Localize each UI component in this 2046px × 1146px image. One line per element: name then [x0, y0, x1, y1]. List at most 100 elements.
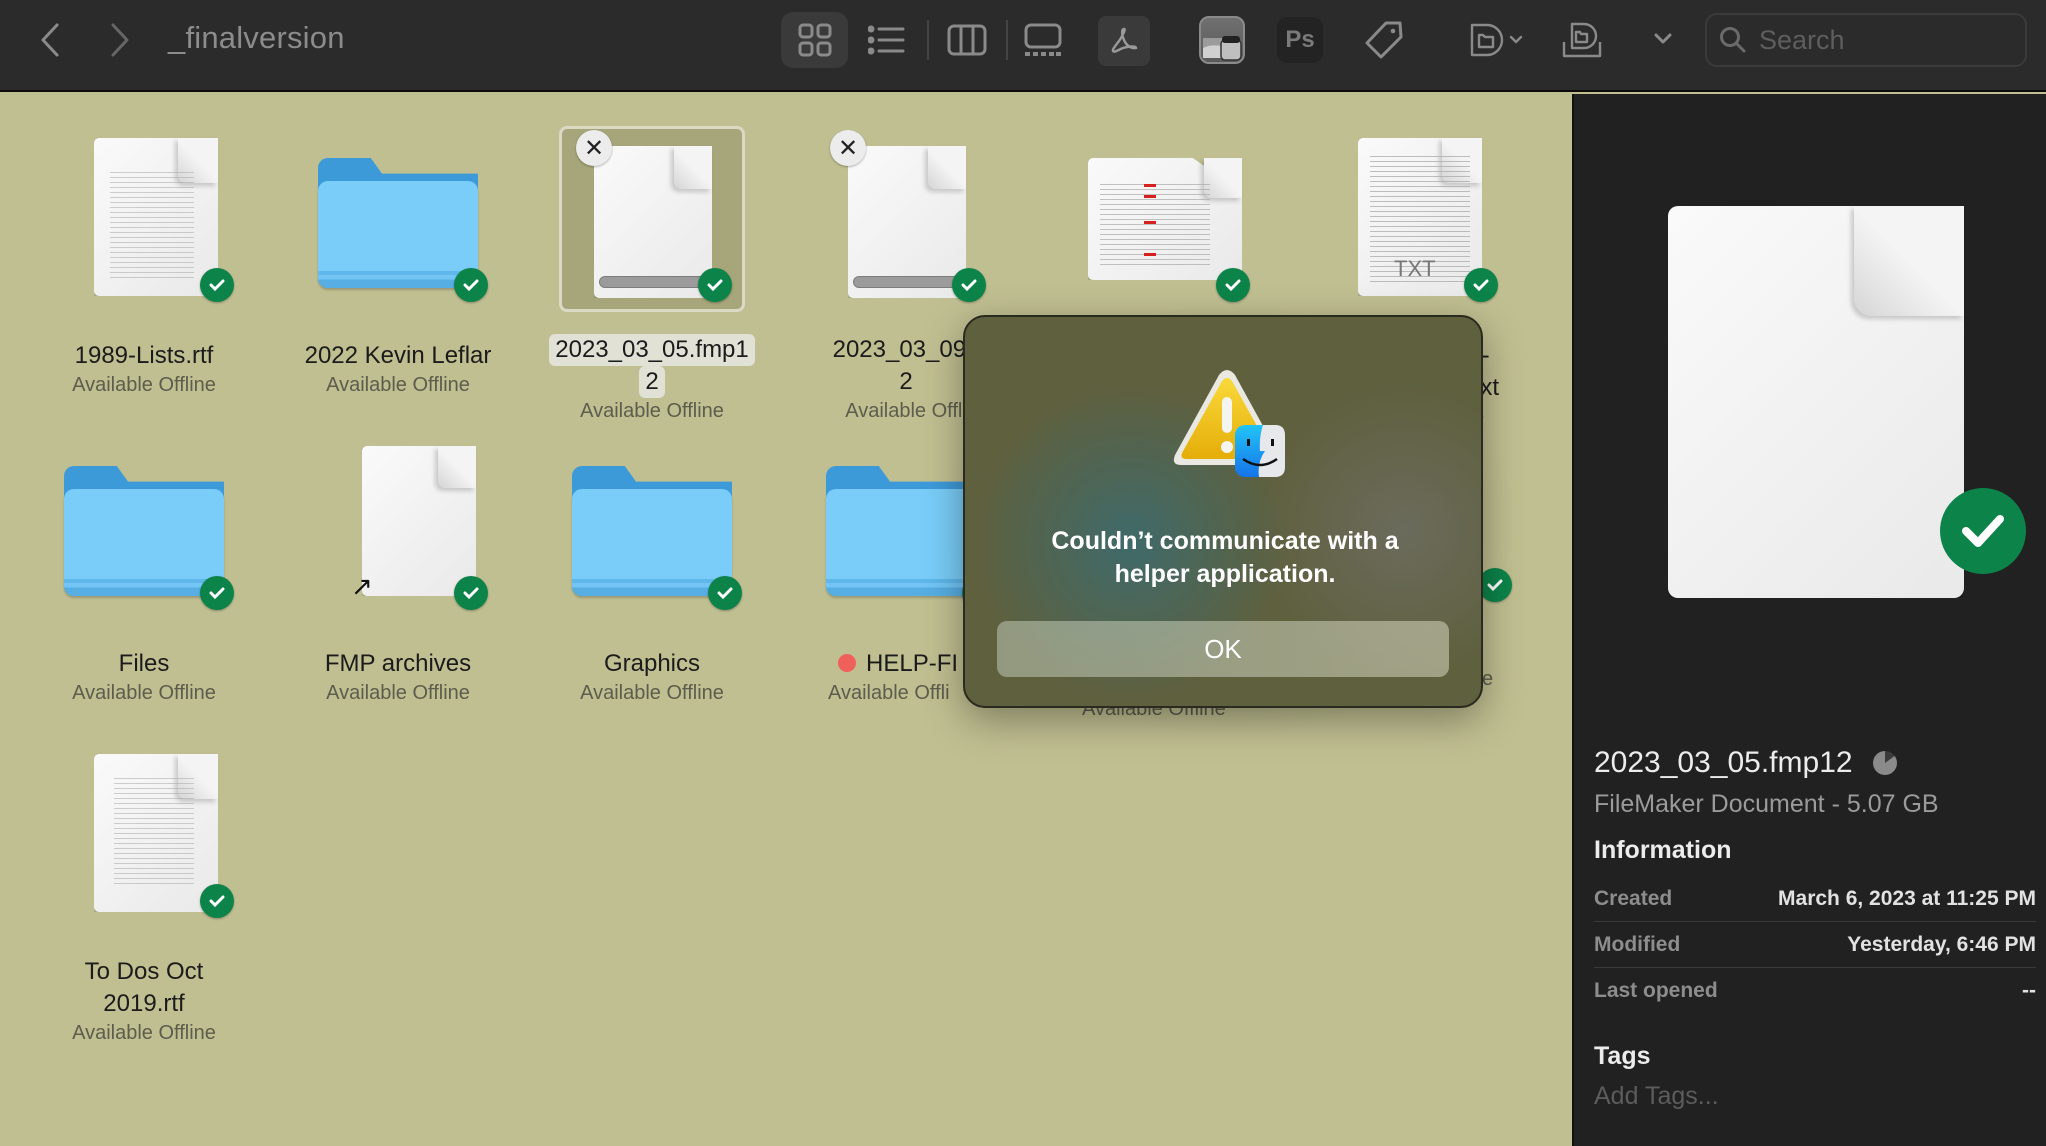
toolbar: _finalversion Ps	[0, 0, 2046, 92]
tags-button[interactable]	[1362, 18, 1406, 62]
file-name: FMP archives	[324, 650, 472, 677]
gallery-view-button[interactable]	[1016, 14, 1070, 66]
file-status: Available Offline	[580, 682, 724, 704]
file-icon	[54, 138, 234, 328]
alias-arrow-icon: ↗	[351, 571, 373, 601]
column-view-button[interactable]	[940, 14, 994, 66]
file-name: Files	[118, 650, 170, 677]
folder-icon	[572, 466, 732, 596]
page-fold	[1854, 206, 1964, 316]
offline-check-icon	[1216, 268, 1250, 302]
offline-check-icon	[454, 576, 488, 610]
file-status: Available Offline	[326, 682, 470, 704]
info-row-last-opened: Last opened --	[1594, 968, 2036, 1014]
forward-button[interactable]	[100, 18, 140, 62]
info-value: --	[2022, 979, 2036, 1002]
cancel-download-button[interactable]: ✕	[576, 130, 612, 166]
offline-check-icon	[200, 884, 234, 918]
folder-item[interactable]: 2022 Kevin Leflar Available Offline	[271, 138, 525, 398]
progress-bar	[599, 276, 707, 288]
folder-item[interactable]: Graphics Available Offline	[525, 446, 779, 706]
folder-action-icon	[1562, 22, 1602, 58]
preview-app-button[interactable]	[1199, 16, 1245, 64]
column-view-icon	[947, 24, 987, 56]
info-label: Modified	[1594, 932, 1681, 956]
cancel-download-button[interactable]: ✕	[830, 130, 866, 166]
red-cell-mark	[1144, 195, 1156, 198]
close-icon: ✕	[837, 134, 859, 162]
ok-button[interactable]: OK	[997, 621, 1449, 677]
gallery-view-icon	[1024, 23, 1062, 56]
preview-file-name: 2023_03_05.fmp12	[1594, 746, 1897, 780]
folder-icon	[64, 466, 224, 596]
grid-view-icon	[798, 23, 831, 57]
toolbar-divider	[927, 20, 929, 60]
acrobat-app-button[interactable]	[1098, 16, 1150, 66]
file-grid: 1989-Lists.rtf Available Offline 2022 Ke…	[0, 94, 1570, 1146]
share-folder-button[interactable]	[1468, 18, 1528, 62]
txt-badge: TXT	[1394, 256, 1436, 281]
file-name-line: 2	[899, 368, 913, 395]
chevron-left-icon	[41, 23, 59, 57]
alias-item[interactable]: ↗ FMP archives Available Offline	[271, 446, 525, 706]
file-icon: ✕	[559, 126, 745, 322]
offline-check-icon	[708, 576, 742, 610]
file-item[interactable]: To Dos Oct 2019.rtf Available Offline	[17, 754, 271, 1046]
back-button[interactable]	[30, 18, 70, 62]
preview-app-icon	[1203, 36, 1242, 61]
photoshop-app-icon: Ps	[1285, 26, 1315, 53]
red-cell-mark	[1144, 184, 1156, 187]
file-item[interactable]: 1989-Lists.rtf Available Offline	[17, 138, 271, 398]
file-icon: ↗	[308, 446, 488, 636]
chevron-down-icon	[1654, 33, 1672, 44]
info-row-modified: Modified Yesterday, 6:46 PM	[1594, 922, 2036, 968]
info-row-created: Created March 6, 2023 at 11:25 PM	[1594, 876, 2036, 922]
info-label: Created	[1594, 886, 1673, 910]
offline-check-icon	[698, 268, 732, 302]
red-cell-mark	[1144, 253, 1156, 256]
list-view-button[interactable]	[862, 14, 912, 66]
acrobat-app-icon	[1111, 27, 1138, 53]
folder-item[interactable]: Files Available Offline	[17, 446, 271, 706]
folder-icon-box	[54, 446, 234, 636]
icon-view-button[interactable]	[781, 12, 848, 68]
search-input[interactable]	[1759, 24, 1999, 56]
file-status: Available Offline	[72, 682, 216, 704]
file-name-line: 2	[639, 366, 665, 398]
preview-file-name-text: 2023_03_05.fmp12	[1594, 746, 1853, 779]
document-text-preview	[114, 774, 194, 884]
information-heading: Information	[1594, 836, 1732, 864]
file-name: To Dos Oct 2019.rtf	[17, 956, 271, 1020]
file-name-line: 2019.rtf	[103, 990, 185, 1017]
folder-icon	[318, 158, 478, 288]
photoshop-app-button[interactable]: Ps	[1277, 17, 1323, 63]
chevron-right-icon	[111, 23, 129, 57]
search-field[interactable]	[1705, 13, 2027, 67]
document-text-preview	[110, 168, 194, 278]
progress-bar	[853, 276, 961, 288]
close-icon: ✕	[583, 134, 605, 162]
page-fold	[674, 146, 712, 189]
offline-check-icon	[952, 268, 986, 302]
offline-check-icon	[200, 576, 234, 610]
tag-icon	[1365, 21, 1403, 59]
list-view-icon	[868, 25, 905, 55]
preview-kind-size: FileMaker Document - 5.07 GB	[1594, 790, 1939, 818]
folder-action-button[interactable]	[1560, 18, 1604, 62]
file-icon: ✕	[816, 130, 996, 322]
tags-heading: Tags	[1594, 1042, 1651, 1070]
more-options-button[interactable]	[1648, 24, 1678, 54]
alert-dialog: Couldn’t communicate with a helper appli…	[963, 315, 1483, 708]
add-tags-input[interactable]	[1594, 1082, 1894, 1111]
page-fold	[438, 446, 476, 488]
info-value: March 6, 2023 at 11:25 PM	[1778, 886, 2036, 910]
red-cell-mark	[1144, 221, 1156, 224]
offline-check-icon	[454, 268, 488, 302]
file-name: 1989-Lists.rtf	[74, 342, 214, 369]
dialog-message-line: Couldn’t communicate with a	[1051, 527, 1399, 555]
warning-finder-icon	[1173, 370, 1285, 477]
window-title: _finalversion	[168, 20, 345, 55]
offline-check-icon	[1940, 488, 2026, 574]
info-value: Yesterday, 6:46 PM	[1847, 932, 2036, 956]
file-item-selected[interactable]: ✕ 2023_03_05.fmp1 2 Available Offline	[525, 126, 779, 424]
